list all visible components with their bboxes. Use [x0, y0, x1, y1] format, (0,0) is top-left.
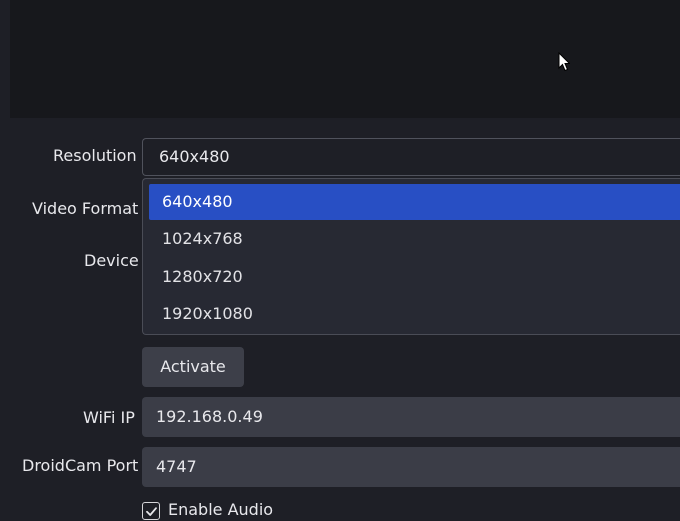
video-format-label: Video Format	[32, 199, 139, 218]
droidcam-port-label: DroidCam Port	[22, 456, 139, 475]
wifi-ip-label: WiFi IP	[83, 408, 135, 427]
resolution-option-640x480[interactable]: 640x480	[149, 184, 680, 220]
wifi-ip-input[interactable]: 192.168.0.49	[142, 397, 680, 437]
activate-button[interactable]: Activate	[142, 347, 244, 387]
droidcam-settings-window: Resolution 640x480 Video Format Device 6…	[0, 0, 680, 521]
resolution-option-1920x1080[interactable]: 1920x1080	[149, 296, 680, 332]
checkmark-icon	[145, 506, 157, 516]
resolution-option-1280x720[interactable]: 1280x720	[149, 259, 680, 295]
resolution-select[interactable]: 640x480	[142, 138, 680, 176]
enable-audio-checkbox[interactable]	[142, 502, 160, 520]
device-label: Device	[84, 251, 139, 270]
resolution-option-1024x768[interactable]: 1024x768	[149, 221, 680, 257]
resolution-label: Resolution	[53, 146, 137, 165]
video-preview	[10, 0, 680, 118]
resolution-dropdown-list: 640x480 1024x768 1280x720 1920x1080	[142, 178, 680, 335]
droidcam-port-input[interactable]: 4747	[142, 447, 680, 487]
mouse-pointer-icon	[558, 52, 570, 72]
enable-audio-label: Enable Audio	[168, 500, 274, 519]
